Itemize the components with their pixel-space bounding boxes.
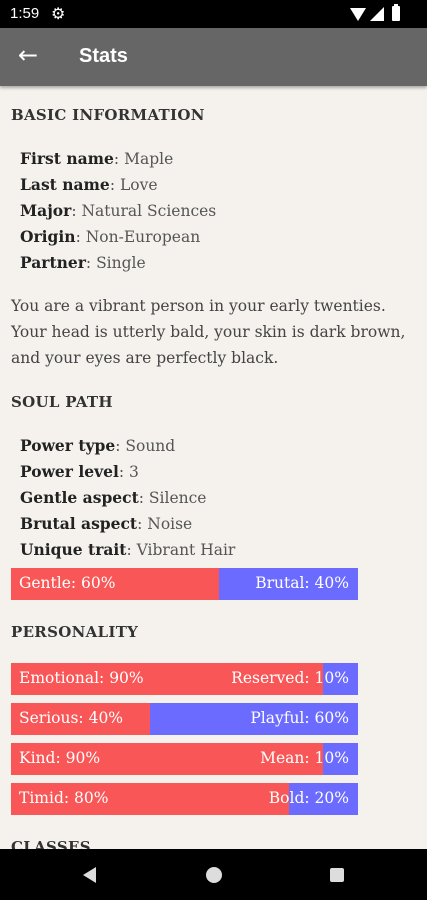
gear-icon: ⚙	[51, 6, 66, 23]
status-bar: 1:59 ⚙	[0, 0, 427, 28]
field-major: Major: Natural Sciences	[20, 201, 217, 220]
gentle-brutal-bar: Gentle: 60% Brutal: 40%	[11, 568, 358, 600]
app-bar: ← Stats	[0, 28, 427, 86]
bar-right-label: Playful: 60%	[250, 709, 349, 727]
navigation-bar	[0, 849, 427, 900]
field-gentle-aspect: Gentle aspect: Silence	[20, 488, 207, 507]
bar-right-label: Mean: 10%	[260, 749, 349, 767]
status-time: 1:59	[10, 5, 40, 22]
page-title: Stats	[79, 45, 128, 67]
bar-right-label: Bold: 20%	[268, 789, 349, 807]
signal-icon	[370, 7, 384, 21]
bar-left-label: Gentle: 60%	[19, 574, 116, 592]
nav-recents-icon[interactable]	[330, 868, 344, 882]
personality-heading: PERSONALITY	[11, 623, 139, 641]
soul-path-heading: SOUL PATH	[11, 393, 113, 411]
character-description: You are a vibrant person in your early t…	[11, 297, 406, 367]
field-last-name: Last name: Love	[20, 175, 158, 194]
emotional-reserved-bar: Emotional: 90% Reserved: 10%	[11, 663, 358, 695]
nav-back-icon[interactable]	[83, 867, 96, 883]
bar-left-label: Timid: 80%	[19, 789, 109, 807]
nav-home-icon[interactable]	[206, 867, 222, 883]
field-first-name: First name: Maple	[20, 149, 174, 168]
field-unique-trait: Unique trait: Vibrant Hair	[20, 540, 236, 559]
wifi-icon	[350, 8, 366, 21]
field-origin: Origin: Non-European	[20, 227, 201, 246]
basic-info-heading: BASIC INFORMATION	[11, 106, 205, 124]
bar-right-label: Reserved: 10%	[231, 669, 349, 687]
kind-mean-bar: Kind: 90% Mean: 10%	[11, 743, 358, 775]
bar-left-label: Serious: 40%	[19, 709, 124, 727]
field-partner: Partner: Single	[20, 253, 146, 272]
field-power-level: Power level: 3	[20, 462, 139, 481]
timid-bold-bar: Timid: 80% Bold: 20%	[11, 783, 358, 815]
bar-left-label: Emotional: 90%	[19, 669, 144, 687]
field-brutal-aspect: Brutal aspect: Noise	[20, 514, 193, 533]
bar-left-label: Kind: 90%	[19, 749, 101, 767]
classes-heading: CLASSES	[11, 838, 91, 849]
bar-right-label: Brutal: 40%	[255, 574, 349, 592]
battery-icon	[392, 4, 400, 21]
field-power-type: Power type: Sound	[20, 436, 176, 455]
serious-playful-bar: Serious: 40% Playful: 60%	[11, 703, 358, 735]
arrow-left-icon[interactable]: ←	[18, 41, 38, 69]
stats-content[interactable]: BASIC INFORMATION First name: Maple Last…	[0, 86, 427, 849]
